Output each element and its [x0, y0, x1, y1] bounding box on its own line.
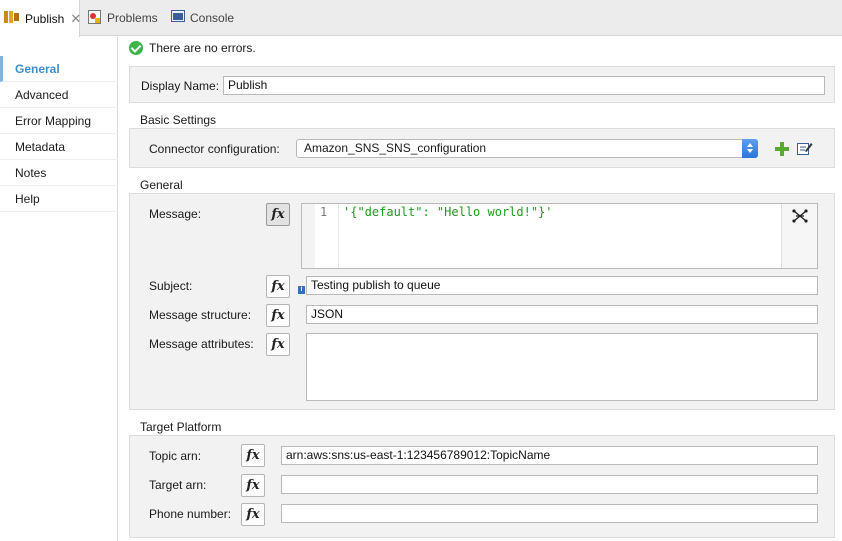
display-name-input[interactable]: Publish [223, 76, 825, 95]
transform-mapping-icon[interactable] [792, 209, 808, 226]
phone-number-expression-toggle[interactable]: fx [241, 503, 265, 526]
publish-connector-icon [4, 10, 20, 27]
sidebar-item-general[interactable]: General [0, 56, 118, 82]
close-tab-icon[interactable]: ✕ [70, 11, 81, 27]
general-section-title: General [140, 178, 183, 192]
dropdown-arrow-icon[interactable] [742, 139, 758, 158]
message-code-editor[interactable]: 1 '{"default": "Hello world!"}' [301, 203, 818, 269]
target-platform-title: Target Platform [140, 420, 222, 434]
add-config-icon[interactable] [775, 142, 789, 159]
connector-config-label: Connector configuration: [149, 142, 280, 156]
check-circle-icon [129, 41, 143, 55]
topic-arn-expression-toggle[interactable]: fx [241, 444, 265, 467]
phone-number-input[interactable] [281, 504, 818, 523]
attributes-expression-toggle[interactable]: fx [266, 333, 290, 356]
connector-config-select[interactable]: Amazon_SNS_SNS_configuration [296, 139, 758, 158]
console-icon [171, 10, 185, 26]
display-name-label: Display Name: [141, 79, 220, 93]
structure-expression-toggle[interactable]: fx [266, 304, 290, 327]
sidebar-item-error-mapping[interactable]: Error Mapping [0, 108, 118, 134]
sidebar-item-advanced[interactable]: Advanced [0, 82, 118, 108]
phone-number-label: Phone number: [149, 507, 232, 521]
tab-publish[interactable]: Publish ✕ [0, 0, 81, 37]
topic-arn-input[interactable]: arn:aws:sns:us-east-1:123456789012:Topic… [281, 446, 818, 465]
message-label: Message: [149, 207, 202, 221]
sidebar-item-metadata[interactable]: Metadata [0, 134, 118, 160]
tab-problems[interactable]: Problems [88, 0, 158, 36]
validation-status: There are no errors. [129, 40, 256, 56]
tab-console-label: Console [190, 11, 235, 25]
message-attributes-input[interactable] [306, 333, 818, 401]
subject-label: Subject: [149, 279, 193, 293]
edit-config-icon[interactable] [797, 141, 813, 159]
message-structure-input[interactable]: JSON [306, 305, 818, 324]
topic-arn-label: Topic arn: [149, 449, 202, 463]
message-attributes-label: Message attributes: [149, 337, 254, 351]
connector-config-value: Amazon_SNS_SNS_configuration [304, 141, 487, 155]
properties-sidebar: General Advanced Error Mapping Metadata … [0, 37, 118, 541]
sidebar-item-notes[interactable]: Notes [0, 160, 118, 186]
target-arn-expression-toggle[interactable]: fx [241, 474, 265, 497]
target-arn-input[interactable] [281, 475, 818, 494]
subject-expression-toggle[interactable]: fx [266, 275, 290, 298]
message-structure-label: Message structure: [149, 308, 252, 322]
message-code: '{"default": "Hello world!"}' [343, 205, 553, 219]
tab-publish-label: Publish [25, 11, 65, 26]
status-text: There are no errors. [149, 41, 256, 55]
tab-console[interactable]: Console [171, 0, 234, 36]
sidebar-item-help[interactable]: Help [0, 186, 118, 212]
problems-icon [88, 9, 102, 27]
message-expression-toggle[interactable]: fx [266, 203, 290, 226]
basic-settings-title: Basic Settings [140, 113, 217, 127]
tab-problems-label: Problems [107, 11, 158, 25]
line-number: 1 [320, 205, 328, 219]
target-arn-label: Target arn: [149, 478, 207, 492]
editor-tab-bar: Publish ✕ Problems Console [0, 0, 842, 37]
info-icon: i [298, 286, 305, 294]
subject-input[interactable]: Testing publish to queue [306, 276, 818, 295]
